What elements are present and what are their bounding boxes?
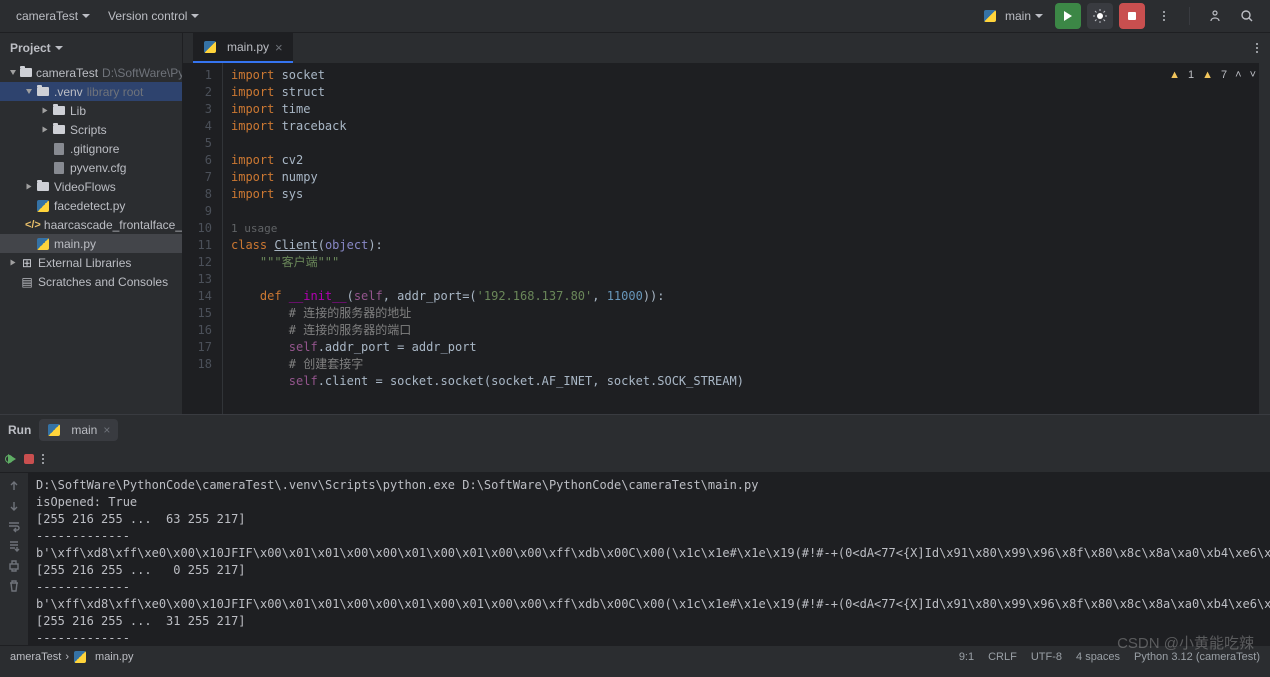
tree-item--venv[interactable]: .venvlibrary root <box>0 82 182 101</box>
print-icon[interactable] <box>7 559 21 573</box>
warning-icon: ▲ <box>1169 69 1180 81</box>
tree-item-label: Scratches and Consoles <box>38 275 168 289</box>
up-arrow-icon[interactable]: ˄ <box>1235 69 1241 81</box>
tree-item-label: .venv <box>54 85 83 99</box>
tree-item--gitignore[interactable]: .gitignore <box>0 139 182 158</box>
trash-icon[interactable] <box>7 579 21 593</box>
close-icon[interactable]: × <box>275 40 283 55</box>
python-icon <box>37 200 49 212</box>
python-icon <box>204 41 216 53</box>
folder-icon <box>20 68 32 77</box>
tree-item-scripts[interactable]: Scripts <box>0 120 182 139</box>
interpreter[interactable]: Python 3.12 (cameraTest) <box>1134 651 1260 663</box>
run-label: Run <box>8 423 31 437</box>
file-icon <box>54 162 64 174</box>
search-icon[interactable] <box>1234 3 1260 29</box>
tree-item-label: Lib <box>70 104 86 118</box>
run-tool-window: Run main × D:\SoftWare\PythonCode\camera… <box>0 414 1270 645</box>
tree-item-main-py[interactable]: main.py <box>0 234 182 253</box>
editor-tab-main[interactable]: main.py × <box>193 33 293 63</box>
weak-warning-icon: ▲ <box>1202 69 1213 81</box>
tree-item-label: VideoFlows <box>54 180 116 194</box>
breadcrumb[interactable]: ameraTest› main.py <box>10 650 134 664</box>
project-header[interactable]: Project <box>0 33 182 63</box>
python-icon <box>74 651 86 663</box>
soft-wrap-icon[interactable] <box>7 519 21 533</box>
chevron-down-icon <box>1035 14 1043 18</box>
topbar: cameraTest Version control main <box>0 0 1270 33</box>
folder-icon <box>53 106 65 115</box>
tree-item-label: cameraTest <box>36 66 98 80</box>
xml-icon: </> <box>26 218 40 232</box>
chevron-down-icon <box>82 14 90 18</box>
error-stripe[interactable] <box>1258 63 1270 414</box>
more-actions[interactable] <box>1151 3 1177 29</box>
tree-item-label: External Libraries <box>38 256 131 270</box>
python-icon <box>48 424 60 436</box>
tab-title: main.py <box>227 40 269 54</box>
tree-item-external-libraries[interactable]: ⊞ External Libraries <box>0 253 182 272</box>
code-with-me-icon[interactable] <box>1202 3 1228 29</box>
tree-item-label: pyvenv.cfg <box>70 161 126 175</box>
stop-button[interactable] <box>1119 3 1145 29</box>
chevron-icon <box>11 260 16 266</box>
chevron-down-icon <box>55 46 63 50</box>
tree-item-label: haarcascade_frontalface_ <box>44 218 182 232</box>
up-icon[interactable] <box>7 479 21 493</box>
tree-item-lib[interactable]: Lib <box>0 101 182 120</box>
tree-item-haarcascade-frontalface-[interactable]: </> haarcascade_frontalface_ <box>0 215 182 234</box>
caret-position[interactable]: 9:1 <box>959 651 974 663</box>
folder-icon <box>37 87 49 96</box>
folder-icon <box>37 182 49 191</box>
gutter: 123456789101112131415161718 <box>183 63 223 414</box>
run-config-selector[interactable]: main <box>977 7 1049 25</box>
more-icon[interactable] <box>42 454 44 464</box>
indent[interactable]: 4 spaces <box>1076 651 1120 663</box>
tree-item-label: Scripts <box>70 123 107 137</box>
project-menu[interactable]: cameraTest <box>10 7 96 25</box>
chevron-icon <box>27 184 32 190</box>
vcs-menu[interactable]: Version control <box>102 7 205 25</box>
separator <box>1189 7 1190 25</box>
tree-item-videoflows[interactable]: VideoFlows <box>0 177 182 196</box>
debug-button[interactable] <box>1087 3 1113 29</box>
run-console-output[interactable]: D:\SoftWare\PythonCode\cameraTest\.venv\… <box>28 473 1270 645</box>
run-button[interactable] <box>1055 3 1081 29</box>
tree-item-label: .gitignore <box>70 142 119 156</box>
tab-more[interactable] <box>1244 35 1270 61</box>
statusbar: ameraTest› main.py 9:1 CRLF UTF-8 4 spac… <box>0 645 1270 667</box>
tree-item-facedetect-py[interactable]: facedetect.py <box>0 196 182 215</box>
folder-icon <box>53 125 65 134</box>
tree-item-label: main.py <box>54 237 96 251</box>
python-icon <box>984 10 996 22</box>
python-icon <box>37 238 49 250</box>
scratch-icon: ▤ <box>20 275 34 289</box>
run-left-toolbar <box>0 473 28 645</box>
down-icon[interactable] <box>7 499 21 513</box>
line-ending[interactable]: CRLF <box>988 651 1017 663</box>
chevron-icon <box>43 108 48 114</box>
inspection-widget[interactable]: ▲1 ▲7 ˄ ˅ <box>1169 69 1256 81</box>
chevron-icon <box>26 89 32 94</box>
tree-item-pyvenv-cfg[interactable]: pyvenv.cfg <box>0 158 182 177</box>
file-icon <box>54 143 64 155</box>
library-icon: ⊞ <box>20 256 34 270</box>
chevron-icon <box>43 127 48 133</box>
scroll-to-end-icon[interactable] <box>7 539 21 553</box>
run-tab-main[interactable]: main × <box>39 419 118 441</box>
down-arrow-icon[interactable]: ˅ <box>1250 69 1256 81</box>
encoding[interactable]: UTF-8 <box>1031 651 1062 663</box>
tree-item-cameratest[interactable]: cameraTestD:\SoftWare\Py <box>0 63 182 82</box>
tree-item-label: facedetect.py <box>54 199 125 213</box>
chevron-icon <box>10 70 16 75</box>
stop-icon[interactable] <box>24 454 34 464</box>
tree-item-scratches-and-consoles[interactable]: ▤ Scratches and Consoles <box>0 272 182 291</box>
editor-area: main.py × 123456789101112131415161718 im… <box>183 33 1270 414</box>
close-icon[interactable]: × <box>103 423 110 437</box>
rerun-icon[interactable] <box>8 454 16 464</box>
code-editor[interactable]: import socket import struct import time … <box>223 63 1258 414</box>
project-tool-window: Project cameraTestD:\SoftWare\Py.venvlib… <box>0 33 183 414</box>
chevron-down-icon <box>191 14 199 18</box>
